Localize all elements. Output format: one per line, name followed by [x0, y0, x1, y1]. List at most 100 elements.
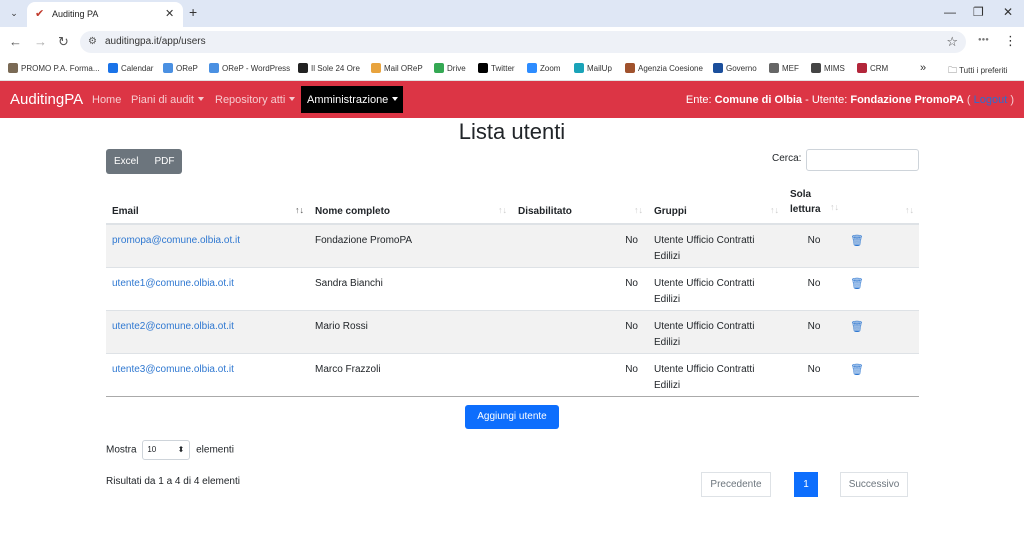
page-length-select[interactable]: 10 ⬍: [142, 440, 191, 460]
bookmark-item[interactable]: Governo: [713, 63, 757, 73]
search-input[interactable]: [806, 149, 919, 171]
col-sola-lettura[interactable]: Sola lettura ↑↓: [784, 180, 844, 225]
user-full-name: Fondazione PromoPA: [309, 223, 512, 267]
logout-link[interactable]: Logout: [974, 94, 1008, 106]
user-email-link[interactable]: promopa@comune.olbia.ot.it: [106, 223, 309, 267]
page-length-value: 10: [147, 445, 157, 454]
bookmark-item[interactable]: PROMO P.A. Forma...: [8, 63, 100, 73]
bookmark-item[interactable]: Agenzia Coesione: [625, 63, 703, 73]
bookmark-label: Drive: [447, 64, 466, 73]
sort-icon[interactable]: ↑↓: [498, 205, 507, 215]
sort-icon[interactable]: ↑↓: [770, 205, 779, 215]
user-readonly: No: [784, 266, 844, 310]
user-email-link[interactable]: utente3@comune.olbia.ot.it: [106, 352, 309, 397]
delete-user-icon[interactable]: 🗑: [850, 321, 864, 333]
all-bookmarks[interactable]: 🗀 Tutti i preferiti: [948, 63, 1007, 79]
bookmark-label: Calendar: [121, 64, 154, 73]
bookmark-label: MIMS: [824, 64, 845, 73]
bookmark-label: Agenzia Coesione: [638, 64, 703, 73]
bookmark-item[interactable]: Drive: [434, 63, 466, 73]
col-gruppi[interactable]: Gruppi ↑↓: [648, 180, 784, 225]
add-user-button[interactable]: Aggiungi utente: [465, 405, 559, 429]
bookmark-favicon-icon: [769, 63, 779, 73]
delete-user-icon[interactable]: 🗑: [850, 278, 864, 290]
open-paren: (: [966, 94, 971, 106]
nav-repository-atti[interactable]: Repository atti: [215, 94, 296, 106]
nav-piani-audit[interactable]: Piani di audit: [131, 94, 204, 106]
pagination-prev[interactable]: Precedente: [701, 472, 771, 497]
new-tab-icon[interactable]: +: [189, 4, 197, 20]
user-full-name: Mario Rossi: [309, 309, 512, 353]
table-row[interactable]: promopa@comune.olbia.ot.it Fondazione Pro…: [106, 223, 919, 267]
sort-icon[interactable]: ↑↓: [905, 205, 914, 215]
bookmark-item[interactable]: OReP: [163, 63, 198, 73]
col-email[interactable]: Email ↑↓: [106, 180, 309, 225]
bookmark-favicon-icon: [478, 63, 488, 73]
nav-home[interactable]: Home: [92, 94, 121, 106]
browser-tab[interactable]: ✔ Auditing PA ✕: [27, 2, 183, 27]
bookmark-label: Mail OReP: [384, 64, 423, 73]
bookmark-favicon-icon: [713, 63, 723, 73]
bookmark-label: OReP - WordPress: [222, 64, 291, 73]
bookmark-label: MEF: [782, 64, 799, 73]
bookmark-item[interactable]: Twitter: [478, 63, 515, 73]
nav-amministrazione[interactable]: Amministrazione: [301, 86, 403, 113]
col-email-label: Email: [112, 206, 139, 217]
col-nome-label: Nome completo: [315, 206, 391, 217]
user-readonly: No: [784, 309, 844, 353]
bookmark-favicon-icon: [298, 63, 308, 73]
sort-icon[interactable]: ↑↓: [830, 200, 839, 215]
user-email-link[interactable]: utente1@comune.olbia.ot.it: [106, 266, 309, 310]
tab-search-icon[interactable]: ⌄: [6, 5, 22, 21]
brand-logo[interactable]: AuditingPA: [10, 91, 83, 108]
profile-icon[interactable]: ●●●: [978, 37, 989, 43]
pdf-button[interactable]: PDF: [146, 149, 182, 174]
delete-user-icon[interactable]: 🗑: [850, 364, 864, 376]
bookmark-item[interactable]: MailUp: [574, 63, 612, 73]
bookmark-item[interactable]: Il Sole 24 Ore: [298, 63, 360, 73]
nav-piani-label: Piani di audit: [131, 94, 194, 106]
bookmark-item[interactable]: OReP - WordPress: [209, 63, 290, 73]
bookmarks-bar: PROMO P.A. Forma... Calendar OReP OReP - Wo…: [0, 57, 1024, 81]
close-tab-icon[interactable]: ✕: [165, 7, 174, 21]
forward-icon[interactable]: →: [34, 34, 47, 49]
bookmark-item[interactable]: Mail OReP: [371, 63, 423, 73]
url-text[interactable]: auditingpa.it/app/users: [105, 36, 206, 47]
utente-value: Fondazione PromoPA: [850, 94, 964, 106]
table-row[interactable]: utente1@comune.olbia.ot.it Sandra Bianchi…: [106, 266, 919, 310]
excel-button[interactable]: Excel: [106, 149, 146, 174]
col-disabilitato[interactable]: Disabilitato ↑↓: [512, 180, 648, 225]
site-info-icon[interactable]: ⚙: [88, 35, 97, 48]
bookmark-item[interactable]: CRM: [857, 63, 888, 73]
col-actions[interactable]: ↑↓: [844, 180, 919, 225]
bookmark-item[interactable]: Zoom: [527, 63, 560, 73]
pagination-page-1[interactable]: 1: [794, 472, 818, 497]
users-table: Email ↑↓ Nome completo ↑↓ Disabilitato ↑↓ G…: [106, 180, 919, 397]
sort-icon[interactable]: ↑↓: [634, 205, 643, 215]
user-email-link[interactable]: utente2@comune.olbia.ot.it: [106, 309, 309, 353]
bookmark-item[interactable]: MEF: [769, 63, 799, 73]
utente-label: - Utente:: [805, 94, 848, 106]
nav-amministrazione-label: Amministrazione: [307, 94, 389, 106]
user-context: Ente: Comune di Olbia - Utente: Fondazio…: [686, 94, 1014, 106]
back-icon[interactable]: ←: [9, 34, 22, 49]
close-window-icon[interactable]: ✕: [1003, 5, 1013, 19]
user-disabled: No: [512, 352, 648, 397]
bookmark-star-icon[interactable]: ☆: [946, 34, 958, 49]
bookmark-item[interactable]: MIMS: [811, 63, 845, 73]
delete-user-icon[interactable]: 🗑: [850, 235, 864, 247]
table-row[interactable]: utente2@comune.olbia.ot.it Mario Rossi No U…: [106, 309, 919, 353]
bookmark-item[interactable]: Calendar: [108, 63, 153, 73]
bookmark-favicon-icon: [108, 63, 118, 73]
browser-menu-icon[interactable]: ⋮: [1004, 33, 1017, 48]
minimize-icon[interactable]: —: [944, 5, 956, 19]
table-row[interactable]: utente3@comune.olbia.ot.it Marco Frazzoli…: [106, 352, 919, 397]
pagination-next[interactable]: Successivo: [840, 472, 908, 497]
sort-asc-icon[interactable]: ↑↓: [295, 205, 304, 215]
user-readonly: No: [784, 352, 844, 397]
col-nome-completo[interactable]: Nome completo ↑↓: [309, 180, 512, 225]
reload-icon[interactable]: ↻: [58, 34, 69, 49]
restore-icon[interactable]: ❐: [973, 5, 984, 19]
more-bookmarks-icon[interactable]: »: [920, 62, 926, 74]
address-bar[interactable]: ⚙ auditingpa.it/app/users ☆: [80, 31, 966, 53]
